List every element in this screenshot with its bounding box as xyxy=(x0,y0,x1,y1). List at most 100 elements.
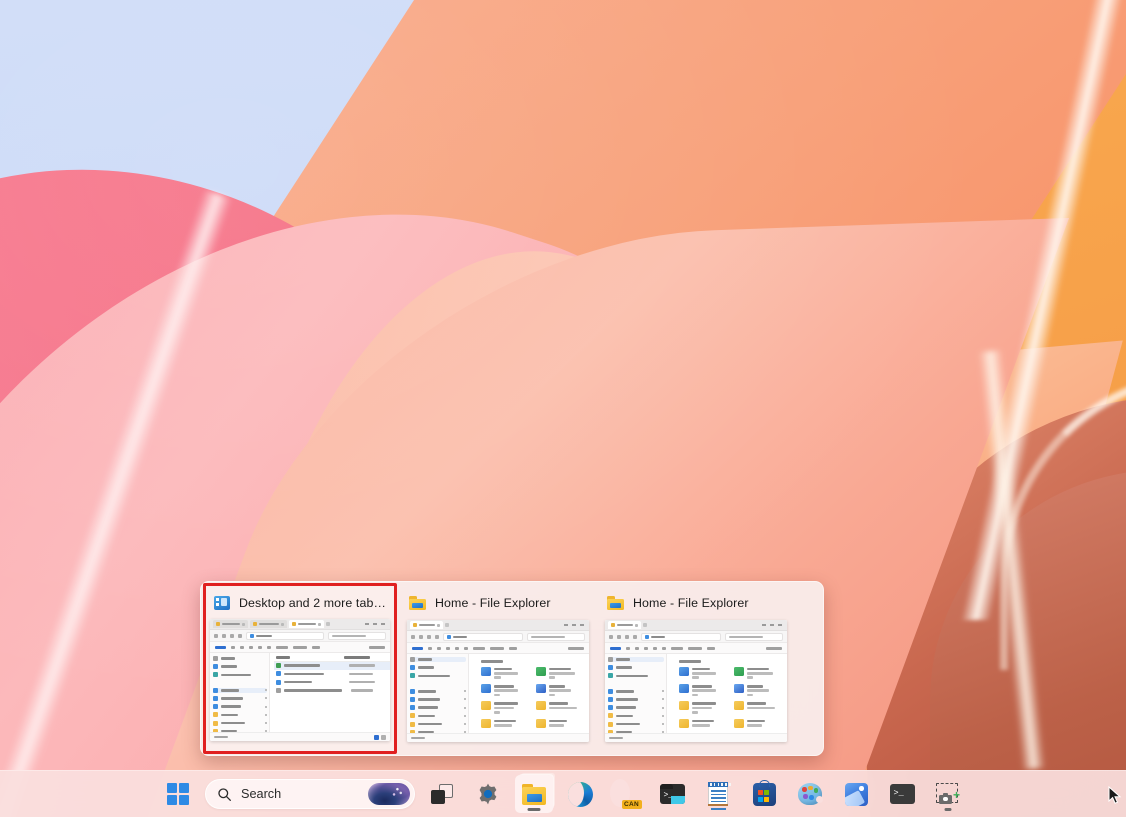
mini-file-row xyxy=(274,662,391,670)
thumbnail-header: Home - File Explorer xyxy=(599,586,793,620)
mini-quick-access-item xyxy=(536,701,585,713)
mini-home-content xyxy=(469,654,589,733)
thumbnail-title: Home - File Explorer xyxy=(435,596,551,610)
mini-quick-access-item xyxy=(481,684,530,696)
mini-quick-access-item xyxy=(734,667,783,679)
edge-icon xyxy=(568,782,593,807)
mini-quick-access-item xyxy=(679,684,728,696)
windows-logo-icon xyxy=(167,783,190,806)
thumbnail-header: Desktop and 2 more tabs - ... xyxy=(206,586,394,619)
taskbar-item-notepad[interactable] xyxy=(699,775,737,813)
task-view-icon xyxy=(431,784,453,804)
mini-quick-access-item xyxy=(536,684,585,696)
search-icon xyxy=(217,787,232,802)
taskbar-center-group: Search xyxy=(159,775,967,813)
thumbnail-item[interactable]: Desktop and 2 more tabs - ... xyxy=(203,583,397,754)
mini-status-bar xyxy=(605,733,787,742)
folder-icon xyxy=(409,596,426,610)
taskbar-item-settings[interactable] xyxy=(469,775,507,813)
mini-tab-active xyxy=(410,621,443,629)
mini-nav-pane xyxy=(605,654,667,733)
thumbnail-window-preview[interactable] xyxy=(210,619,390,741)
mini-section-header xyxy=(481,660,503,663)
thumbnail-header: Home - File Explorer xyxy=(401,586,595,620)
mini-command-bar xyxy=(210,642,390,653)
start-button[interactable] xyxy=(159,775,197,813)
mini-quick-access-item xyxy=(734,701,783,713)
folder-icon xyxy=(607,596,624,610)
taskbar: Search xyxy=(0,770,1126,817)
taskbar-item-task-view[interactable] xyxy=(423,775,461,813)
taskbar-active-indicator xyxy=(528,808,541,811)
desktop-screen: Desktop and 2 more tabs - ... xyxy=(0,0,1126,817)
mini-quick-access-item xyxy=(536,667,585,679)
taskbar-active-indicator xyxy=(945,808,952,811)
mini-new-tab xyxy=(643,623,647,627)
copilot-blob-icon[interactable] xyxy=(368,783,410,805)
command-prompt-icon: >_ xyxy=(890,784,915,804)
mini-status-bar xyxy=(210,732,390,741)
mini-command-bar xyxy=(407,643,589,654)
taskbar-item-snipping-tool[interactable]: + xyxy=(929,775,967,813)
mini-explorer-home xyxy=(605,620,787,742)
mini-tab xyxy=(213,620,248,628)
mini-tab xyxy=(250,620,287,628)
taskbar-item-paint[interactable] xyxy=(791,775,829,813)
mini-explorer-home xyxy=(407,620,589,742)
mini-quick-access-item xyxy=(679,667,728,679)
mini-quick-access-item xyxy=(679,701,728,713)
paint-palette-icon xyxy=(798,783,822,805)
file-explorer-icon xyxy=(522,784,546,805)
mini-home-content xyxy=(667,654,787,733)
mini-file-row xyxy=(274,678,391,686)
mini-quick-access-item xyxy=(481,719,530,728)
mini-new-tab xyxy=(326,622,330,626)
mini-quick-access-item xyxy=(734,719,783,728)
mini-status-bar xyxy=(407,733,589,742)
mini-tab-active xyxy=(608,621,641,629)
thumbnail-title: Home - File Explorer xyxy=(633,596,749,610)
mini-command-bar xyxy=(605,643,787,654)
mini-new-tab xyxy=(445,623,449,627)
mini-quick-access-item xyxy=(536,719,585,728)
search-input[interactable]: Search xyxy=(205,779,415,809)
taskbar-item-microsoft-edge-canary[interactable]: CAN xyxy=(607,775,645,813)
mini-nav-pane xyxy=(210,653,270,732)
thumbnail-title: Desktop and 2 more tabs - ... xyxy=(239,596,386,610)
mini-explorer-details xyxy=(210,619,390,741)
mini-quick-access-item xyxy=(734,684,783,696)
taskbar-item-command-prompt[interactable]: >_ xyxy=(883,775,921,813)
taskbar-item-photos[interactable] xyxy=(837,775,875,813)
mini-tabbar xyxy=(407,620,589,631)
thumbnail-window-preview[interactable] xyxy=(605,620,787,742)
mini-address-bar xyxy=(407,631,589,643)
mini-quick-access-item xyxy=(481,667,530,679)
snipping-tool-icon: + xyxy=(936,783,960,806)
canary-badge: CAN xyxy=(622,800,642,809)
search-placeholder: Search xyxy=(241,787,359,801)
notepad-icon xyxy=(708,782,728,806)
mini-section-header xyxy=(679,660,701,663)
photos-icon xyxy=(845,783,868,806)
terminal-icon: >_ xyxy=(660,784,685,804)
store-icon xyxy=(753,783,776,806)
taskbar-item-microsoft-store[interactable] xyxy=(745,775,783,813)
taskbar-item-windows-terminal[interactable]: >_ xyxy=(653,775,691,813)
mini-quick-access-item xyxy=(679,719,728,728)
mini-tab-active xyxy=(289,620,324,628)
mouse-cursor xyxy=(1108,786,1122,806)
mini-quick-access-item xyxy=(481,701,530,713)
mini-nav-pane xyxy=(407,654,469,733)
taskbar-thumbnail-preview: Desktop and 2 more tabs - ... xyxy=(200,581,824,756)
mini-file-row xyxy=(274,670,391,678)
mini-quick-access-grid xyxy=(473,667,585,742)
mini-address-bar xyxy=(605,631,787,643)
thumbnail-window-preview[interactable] xyxy=(407,620,589,742)
mini-quick-access-grid xyxy=(671,667,783,742)
taskbar-item-microsoft-edge[interactable] xyxy=(561,775,599,813)
taskbar-item-file-explorer[interactable] xyxy=(515,775,553,813)
thumbnail-item[interactable]: Home - File Explorer xyxy=(401,586,595,751)
gear-icon xyxy=(476,782,500,806)
mini-file-row xyxy=(274,686,391,694)
thumbnail-item[interactable]: Home - File Explorer xyxy=(599,586,793,751)
